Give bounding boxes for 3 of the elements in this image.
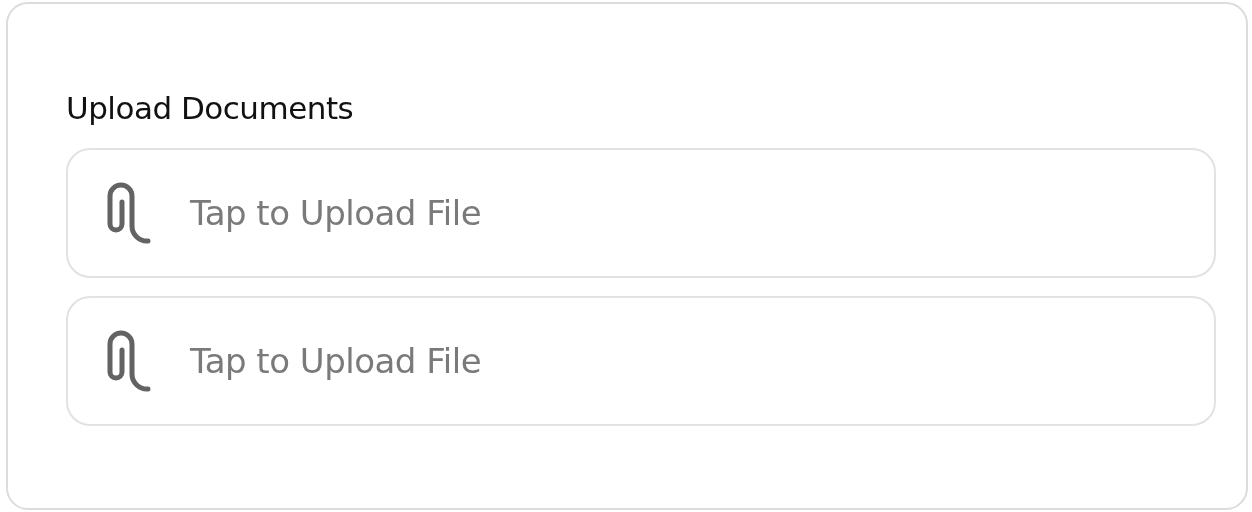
upload-field[interactable]: Tap to Upload File [66, 296, 1216, 426]
section-title: Upload Documents [66, 89, 355, 128]
upload-field[interactable]: Tap to Upload File [66, 148, 1216, 278]
